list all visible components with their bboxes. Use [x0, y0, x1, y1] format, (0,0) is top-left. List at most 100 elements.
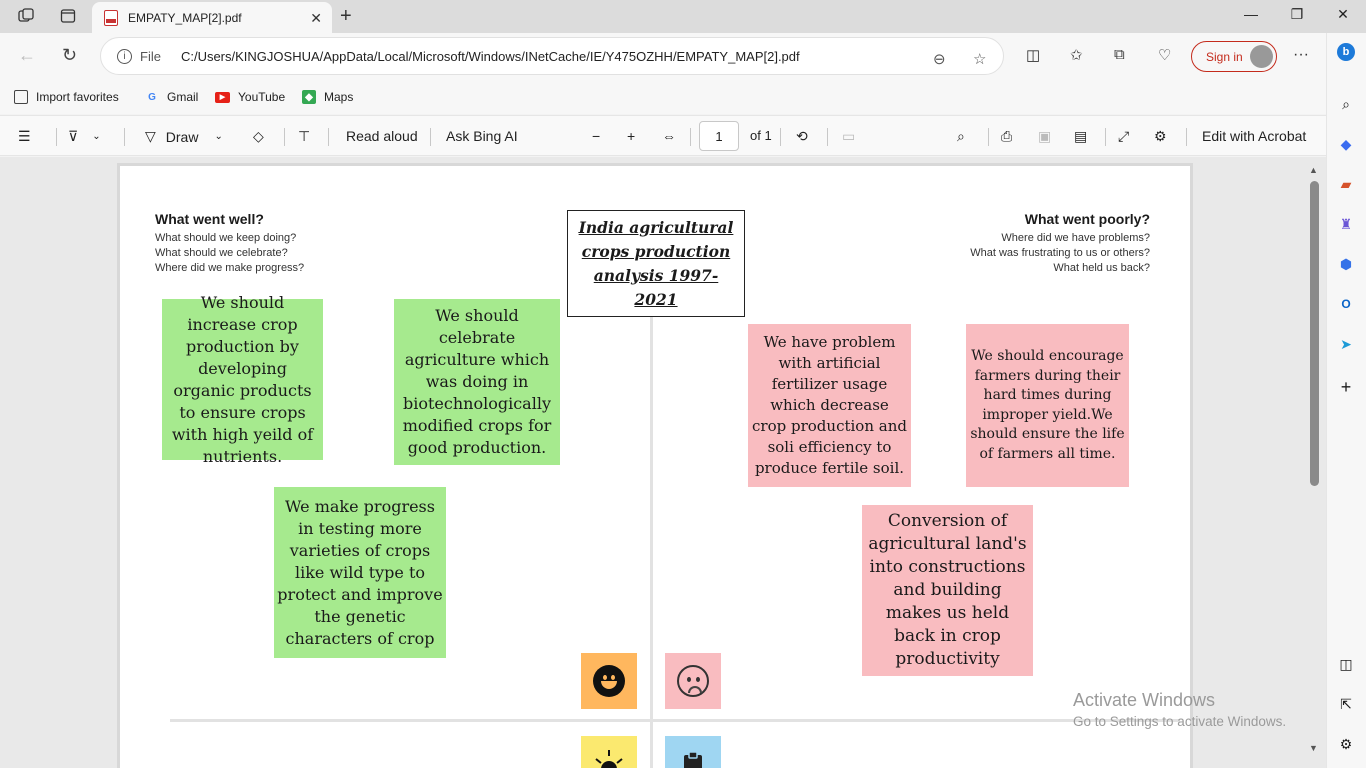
- page-number-input[interactable]: 1: [699, 121, 739, 151]
- refresh-icon[interactable]: ↻: [62, 45, 77, 66]
- eraser-icon[interactable]: ◇: [253, 128, 264, 145]
- prompt-text: What held us back?: [1053, 262, 1150, 274]
- prompt-text: Where did we have problems?: [1001, 232, 1150, 244]
- sticky-note-pink: We have problem with artificial fertiliz…: [748, 324, 911, 487]
- favorite-import[interactable]: Import favorites: [14, 90, 119, 104]
- more-options-icon[interactable]: ···: [1293, 46, 1309, 64]
- info-icon[interactable]: i: [117, 48, 132, 64]
- scrollbar-thumb[interactable]: [1310, 181, 1319, 486]
- fit-width-icon[interactable]: ⇔: [662, 128, 676, 144]
- favorites-bar: Import favorites G Gmail ▶ YouTube ◆ Map…: [0, 81, 1326, 114]
- new-tab-icon[interactable]: +: [340, 5, 352, 28]
- clipboard-icon: [665, 736, 721, 768]
- rotate-icon[interactable]: ⟲: [796, 128, 808, 145]
- favorite-gmail[interactable]: G Gmail: [145, 90, 198, 104]
- close-window-icon[interactable]: ✕: [1328, 6, 1358, 23]
- split-screen-icon[interactable]: ◫: [1026, 46, 1040, 64]
- shopping-tag-icon[interactable]: ◆: [1337, 135, 1355, 153]
- scroll-down-icon[interactable]: ▼: [1309, 743, 1318, 753]
- ask-bing-button[interactable]: Ask Bing AI: [446, 128, 518, 144]
- avatar: [1250, 45, 1273, 68]
- favorite-label: Gmail: [167, 90, 199, 104]
- prompt-text: What should we celebrate?: [155, 247, 288, 259]
- went-well-prompts: What should we keep doing? What should w…: [155, 231, 304, 276]
- google-icon: G: [148, 91, 156, 103]
- page-view-icon[interactable]: ▭: [842, 128, 855, 145]
- prompt-text: What should we keep doing?: [155, 232, 297, 244]
- save-icon[interactable]: ▣: [1038, 128, 1051, 145]
- sidebar-layout-icon[interactable]: ◫: [1337, 655, 1355, 673]
- browser-essentials-icon[interactable]: ♡: [1158, 46, 1171, 64]
- signin-button[interactable]: Sign in: [1191, 41, 1277, 72]
- activate-windows-watermark: Activate Windows Go to Settings to activ…: [1073, 690, 1286, 729]
- favorite-maps[interactable]: ◆ Maps: [302, 90, 353, 104]
- open-external-icon[interactable]: ⇱: [1337, 695, 1355, 713]
- favorite-label: Import favorites: [36, 90, 119, 104]
- title-bar: EMPATY_MAP[2].pdf ✕ + — ❐ ✕: [0, 0, 1366, 33]
- outlook-icon[interactable]: O: [1337, 295, 1355, 313]
- search-icon[interactable]: ⌕: [1337, 95, 1355, 113]
- went-poorly-prompts: Where did we have problems? What was fru…: [970, 231, 1150, 276]
- pdf-viewport[interactable]: What went well? What should we keep doin…: [0, 157, 1326, 768]
- horizontal-divider: [170, 719, 1180, 722]
- add-sidebar-app-icon[interactable]: +: [1337, 377, 1355, 397]
- edit-with-acrobat-button[interactable]: Edit with Acrobat: [1202, 128, 1306, 144]
- sticky-note-pink: We should encourage farmers during their…: [966, 324, 1129, 487]
- watermark-title: Activate Windows: [1073, 690, 1216, 710]
- draw-button[interactable]: ▽ Draw ⌄: [145, 128, 223, 145]
- went-well-heading: What went well?: [155, 211, 264, 227]
- signin-label: Sign in: [1206, 49, 1243, 64]
- document-title: India agricultural crops production anal…: [578, 217, 734, 309]
- url-text: C:/Users/KINGJOSHUA/AppData/Local/Micros…: [180, 48, 800, 64]
- collections-icon[interactable]: ⧉: [1114, 46, 1125, 63]
- read-aloud-button[interactable]: Read aloud: [346, 128, 418, 144]
- microsoft365-icon[interactable]: ⬢: [1337, 255, 1355, 273]
- search-icon[interactable]: ⌕: [957, 128, 965, 145]
- print-icon[interactable]: ⎙: [1001, 128, 1012, 145]
- prompt-text: Where did we make progress?: [155, 262, 305, 274]
- games-icon[interactable]: ♜: [1337, 215, 1355, 233]
- back-icon[interactable]: ←: [18, 45, 36, 66]
- chevron-down-icon[interactable]: ⌄: [92, 131, 100, 142]
- edge-sidebar: b ⌕ ◆ ▰ ♜ ⬢ O ➤ + ◫ ⇱ ⚙: [1326, 33, 1366, 768]
- page-total: of 1: [750, 128, 772, 143]
- sidebar-settings-icon[interactable]: ⚙: [1337, 735, 1355, 753]
- bing-copilot-icon[interactable]: b: [1337, 43, 1355, 61]
- fullscreen-icon[interactable]: ⤢: [1118, 128, 1129, 145]
- send-icon[interactable]: ➤: [1337, 335, 1355, 353]
- import-icon: [14, 90, 28, 104]
- settings-icon[interactable]: ⚙: [1154, 128, 1167, 145]
- save-as-icon[interactable]: ▤: [1074, 128, 1087, 145]
- tab-active[interactable]: EMPATY_MAP[2].pdf ✕: [92, 2, 332, 33]
- sticky-note-green: We make progress in testing more varieti…: [274, 487, 446, 658]
- address-bar[interactable]: i File C:/Users/KINGJOSHUA/AppData/Local…: [100, 37, 1004, 75]
- zoom-out-icon[interactable]: −: [592, 128, 600, 144]
- highlight-icon[interactable]: ⊽ ⌄: [68, 128, 101, 145]
- sticky-note-green: We should increase crop production by de…: [162, 293, 323, 466]
- pdf-toolbar: ☰ ⊽ ⌄ ▽ Draw ⌄ ◇ ⊤ Read aloud Ask Bing A…: [0, 115, 1326, 156]
- sad-face-icon: [665, 653, 721, 709]
- zoom-in-icon[interactable]: +: [627, 128, 635, 144]
- zoom-icon[interactable]: ⊖: [933, 50, 946, 68]
- sun-icon: [581, 736, 637, 768]
- sticky-note-green: We should celebrate agriculture which wa…: [394, 299, 560, 465]
- address-row: ← ↻ i File C:/Users/KINGJOSHUA/AppData/L…: [0, 33, 1326, 81]
- draw-label: Draw: [165, 128, 199, 145]
- tools-icon[interactable]: ▰: [1337, 175, 1355, 193]
- scroll-up-icon[interactable]: ▲: [1309, 165, 1318, 175]
- favorite-star-icon[interactable]: ☆: [973, 50, 986, 68]
- minimize-icon[interactable]: —: [1236, 6, 1266, 22]
- close-tab-icon[interactable]: ✕: [310, 10, 322, 27]
- watermark-subtitle: Go to Settings to activate Windows.: [1073, 714, 1287, 729]
- text-box-icon[interactable]: ⊤: [298, 128, 310, 145]
- tab-actions-icon[interactable]: [57, 6, 79, 26]
- contents-icon[interactable]: ☰: [18, 128, 31, 145]
- chevron-down-icon[interactable]: ⌄: [214, 131, 222, 142]
- workspaces-icon[interactable]: [15, 6, 37, 26]
- favorites-icon[interactable]: ✩: [1070, 46, 1083, 64]
- went-poorly-heading: What went poorly?: [1024, 211, 1150, 227]
- restore-icon[interactable]: ❐: [1282, 6, 1312, 23]
- favorite-youtube[interactable]: ▶ YouTube: [215, 90, 285, 104]
- youtube-icon: ▶: [215, 91, 230, 103]
- draw-icon: ▽: [145, 128, 156, 144]
